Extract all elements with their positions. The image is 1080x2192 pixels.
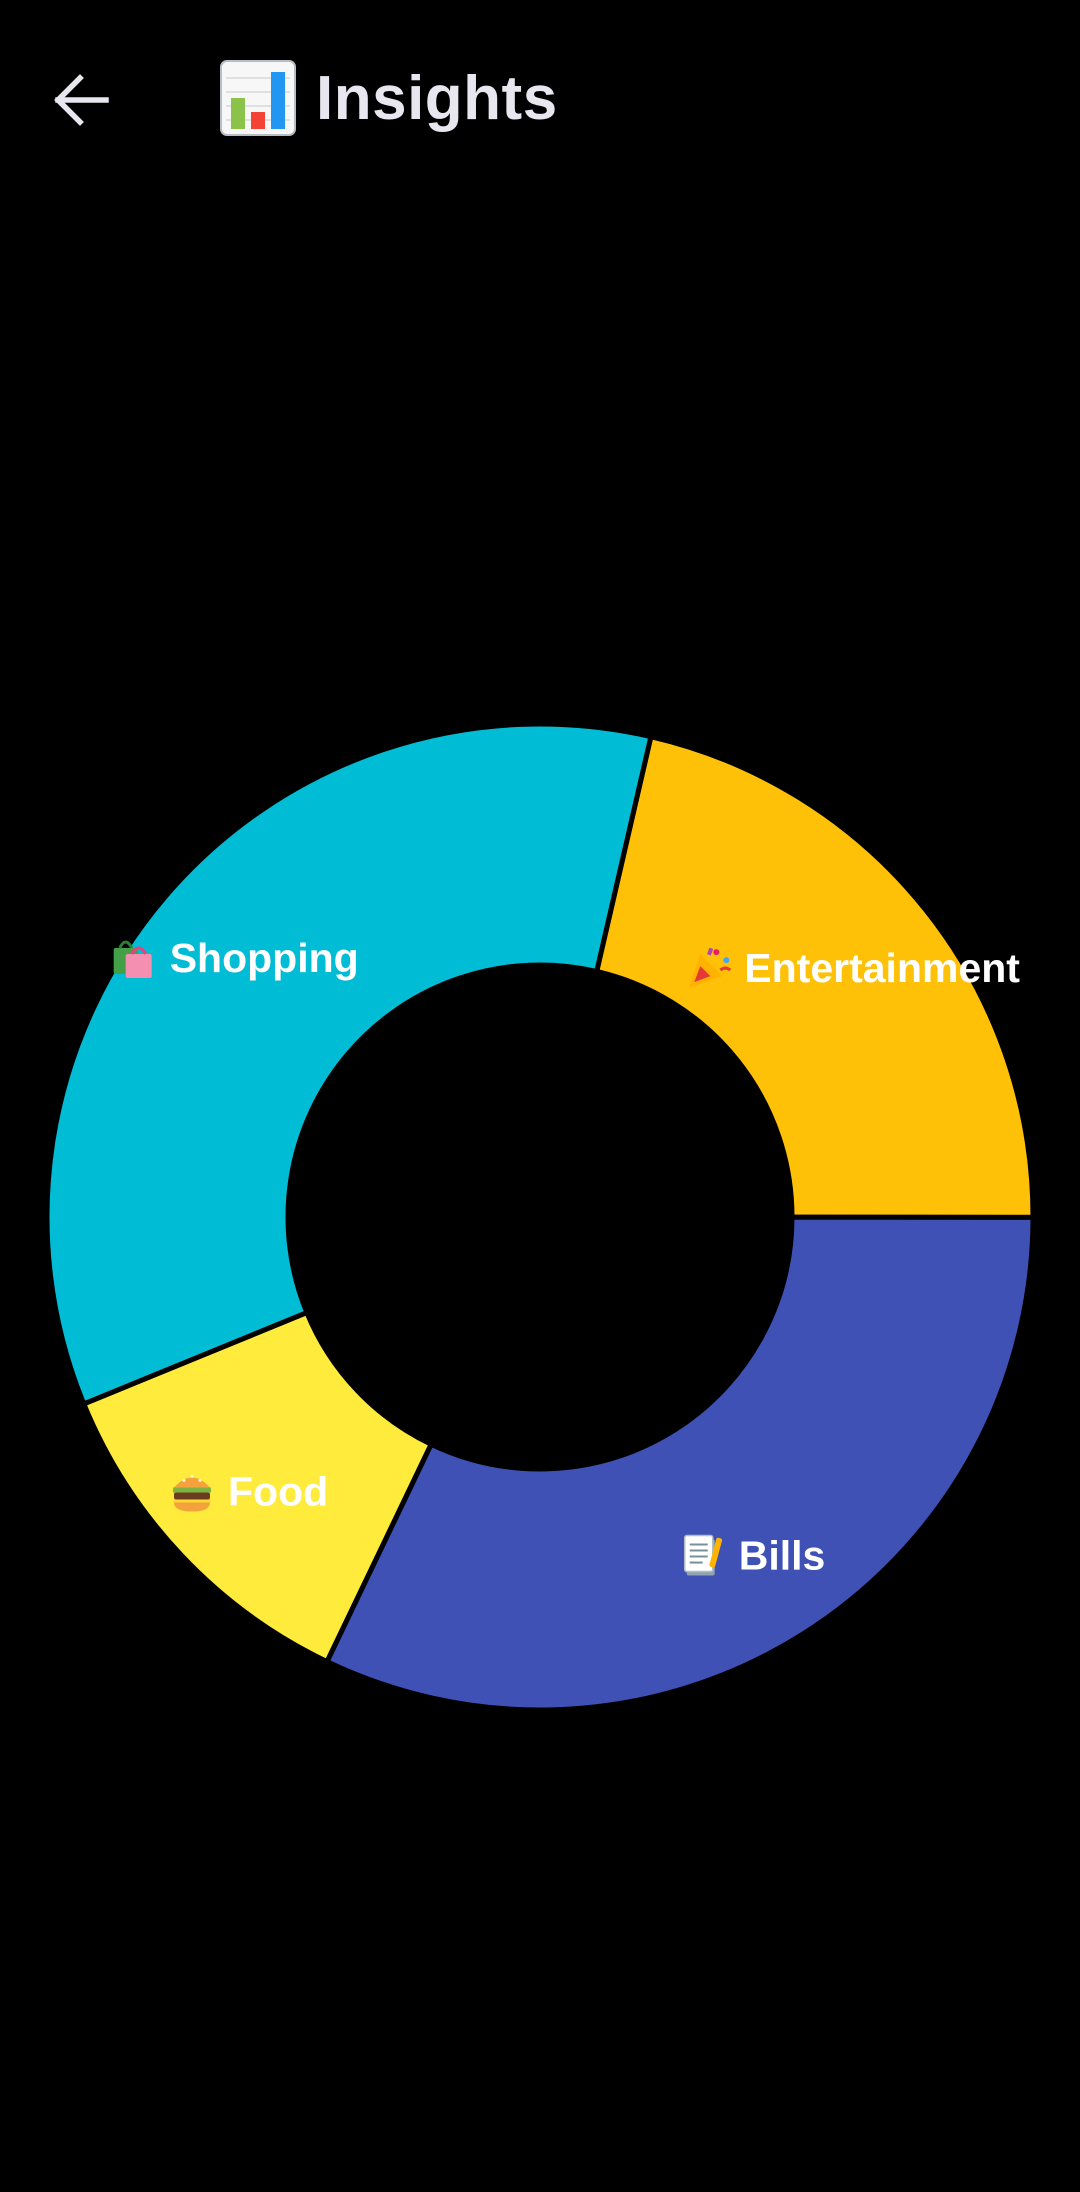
page-title: Insights (316, 63, 558, 133)
back-button[interactable] (44, 60, 124, 140)
slice-label-text: Shopping (170, 935, 359, 981)
donut-slice-shopping[interactable] (44, 721, 654, 1408)
slice-label-text: Food (228, 1469, 328, 1515)
arrow-left-icon (54, 74, 109, 126)
donut-svg: Entertainment Bills Food Shopping (44, 721, 1036, 1713)
spending-donut-chart: Entertainment Bills Food Shopping (0, 700, 1080, 1740)
donut-slice-bills[interactable] (323, 1214, 1036, 1713)
page-title-group: Insights (218, 58, 558, 138)
slice-label-text: Bills (739, 1533, 826, 1579)
app-bar: Insights (0, 0, 1080, 200)
bar-chart-emoji-icon (220, 60, 296, 136)
donut-label-bills: Bills (683, 1533, 826, 1579)
slice-label-text: Entertainment (744, 945, 1020, 991)
